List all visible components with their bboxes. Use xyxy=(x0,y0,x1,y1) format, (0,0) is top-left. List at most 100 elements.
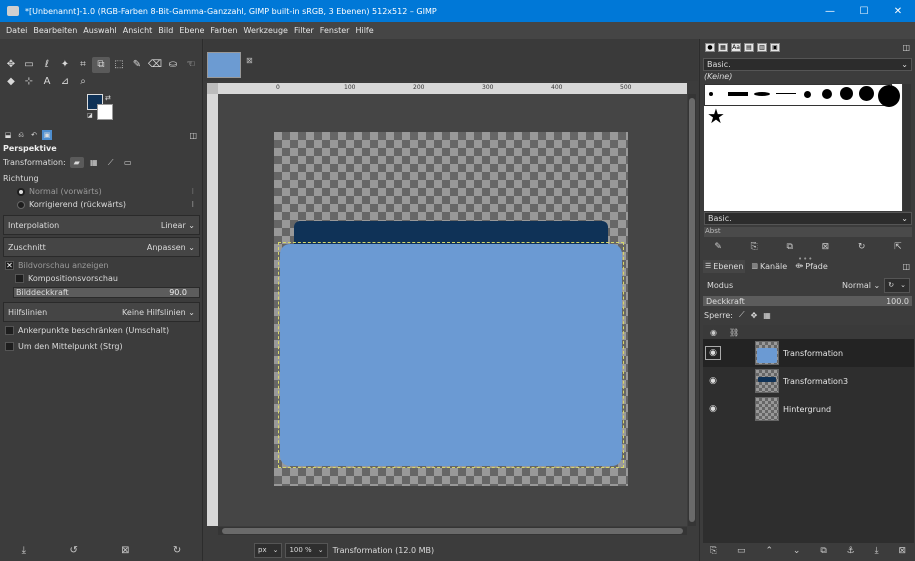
patterns-tab-icon[interactable]: ▦ xyxy=(718,43,728,52)
tool-presets-tab-icon[interactable]: ▣ xyxy=(770,43,780,52)
reset-options-icon[interactable]: ↻ xyxy=(173,545,181,556)
lock-position-icon[interactable]: ✥ xyxy=(751,311,758,320)
fuzzy-select-tool-icon[interactable]: ✦ xyxy=(56,57,74,73)
canvas-viewport[interactable] xyxy=(218,94,687,526)
composite-mode-select[interactable]: ↻ ⌄ xyxy=(884,277,910,293)
menu-auswahl[interactable]: Auswahl xyxy=(80,26,119,35)
eraser-tool-icon[interactable]: ⌫ xyxy=(146,57,164,73)
transform-selection-icon[interactable]: ▦ xyxy=(87,157,101,168)
constrain-handles-checkbox[interactable] xyxy=(5,326,14,335)
eye-icon[interactable]: ◉ xyxy=(705,402,721,416)
open-brush-icon[interactable]: ⇱ xyxy=(894,242,902,252)
layer-row[interactable]: ◉ Transformation3 xyxy=(703,367,914,395)
new-brush-icon[interactable]: ⎘ xyxy=(751,242,758,252)
transform-path-icon[interactable]: ⟋ xyxy=(104,157,118,168)
horizontal-scrollbar[interactable] xyxy=(218,527,687,535)
measure-tool-icon[interactable]: ⊿ xyxy=(56,74,74,90)
images-tab-icon[interactable]: ▣ xyxy=(42,130,52,140)
reset-colors-icon[interactable]: ◪ xyxy=(87,112,93,119)
delete-brush-icon[interactable]: ⊠ xyxy=(822,242,830,252)
fonts-tab-icon[interactable]: Aa xyxy=(731,43,741,52)
restore-options-icon[interactable]: ↺ xyxy=(69,545,77,556)
menu-bild[interactable]: Bild xyxy=(155,26,176,35)
clone-tool-icon[interactable]: ⛀ xyxy=(164,57,182,73)
brush-item[interactable] xyxy=(776,93,796,94)
brush-item[interactable] xyxy=(822,89,832,99)
zoom-tool-icon[interactable]: ⌕ xyxy=(74,74,92,90)
brush-item[interactable] xyxy=(840,87,853,100)
anchor-layer-icon[interactable]: ⚓ xyxy=(847,546,855,556)
device-status-tab-icon[interactable]: ⎌ xyxy=(16,130,26,140)
tab-paths[interactable]: ⟴ Pfade xyxy=(793,260,830,273)
minimize-button[interactable]: — xyxy=(813,0,847,22)
bucket-fill-tool-icon[interactable]: ◆ xyxy=(2,74,20,90)
menu-ansicht[interactable]: Ansicht xyxy=(120,26,156,35)
delete-options-icon[interactable]: ⊠ xyxy=(121,545,129,556)
delete-layer-icon[interactable]: ⊠ xyxy=(898,546,906,556)
close-button[interactable]: ✕ xyxy=(881,0,915,22)
mode-select[interactable]: Normal ⌄ xyxy=(842,281,880,290)
close-image-icon[interactable]: ⊠ xyxy=(246,56,253,65)
menu-werkzeuge[interactable]: Werkzeuge xyxy=(241,26,291,35)
rect-select-tool-icon[interactable]: ▭ xyxy=(20,57,38,73)
merge-layer-icon[interactable]: ⤓ xyxy=(875,546,879,556)
transform-layer-icon[interactable]: ▰ xyxy=(69,157,84,168)
paintbrush-tool-icon[interactable]: ✎ xyxy=(128,57,146,73)
warp-transform-tool-icon[interactable]: ⬚ xyxy=(110,57,128,73)
star-brush-icon[interactable]: ★ xyxy=(707,106,725,126)
refresh-brushes-icon[interactable]: ↻ xyxy=(858,242,866,252)
vertical-ruler[interactable] xyxy=(207,94,218,526)
direction-corrective-radio[interactable] xyxy=(17,200,25,209)
brush-grid[interactable]: ★ xyxy=(704,84,902,211)
path-tool-icon[interactable]: ⊹ xyxy=(20,74,38,90)
text-tool-icon[interactable]: A xyxy=(38,74,56,90)
interpolation-select[interactable]: Interpolation Linear ⌄ xyxy=(3,215,200,235)
unit-select[interactable]: px ⌄ xyxy=(254,542,283,558)
composite-preview-checkbox[interactable] xyxy=(15,274,24,283)
menu-datei[interactable]: Datei xyxy=(3,26,30,35)
eye-icon[interactable]: ◉ xyxy=(705,374,721,388)
direction-normal-radio[interactable] xyxy=(17,187,25,196)
duplicate-layer-icon[interactable]: ⧉ xyxy=(820,546,826,556)
layer-row[interactable]: ◉ Hintergrund xyxy=(703,395,914,423)
lasso-tool-icon[interactable]: ℓ xyxy=(38,57,56,73)
brush-item[interactable] xyxy=(804,91,811,98)
panel-menu-icon[interactable]: ◫ xyxy=(902,262,910,271)
panel-menu-icon[interactable]: ◫ xyxy=(902,43,910,52)
background-color-swatch[interactable] xyxy=(97,104,113,120)
brushes-tab-icon[interactable]: ● xyxy=(705,43,715,52)
clipping-select[interactable]: Zuschnitt Anpassen ⌄ xyxy=(3,237,200,257)
smudge-tool-icon[interactable]: ☜ xyxy=(182,57,200,73)
brush-tag-filter[interactable]: Basic. ⌄ xyxy=(703,58,912,71)
crop-tool-icon[interactable]: ⌗ xyxy=(74,57,92,73)
menu-hilfe[interactable]: Hilfe xyxy=(352,26,376,35)
edit-brush-icon[interactable]: ✎ xyxy=(714,242,722,252)
unified-transform-tool-icon[interactable]: ⧉ xyxy=(92,56,110,73)
new-layer-icon[interactable]: ⎘ xyxy=(710,546,717,556)
brush-item[interactable] xyxy=(709,92,713,96)
image-opacity-slider[interactable]: Bilddeckkraft 90.0 xyxy=(13,287,200,298)
move-tool-icon[interactable]: ✥ xyxy=(2,57,20,73)
lower-layer-icon[interactable]: ⌄ xyxy=(793,546,801,556)
brush-scrollbar[interactable] xyxy=(903,84,911,211)
menu-filter[interactable]: Filter xyxy=(291,26,317,35)
zoom-select[interactable]: 100 % ⌄ xyxy=(285,542,328,558)
transform-image-icon[interactable]: ▭ xyxy=(121,157,135,168)
new-layer-group-icon[interactable]: ▭ xyxy=(737,546,746,556)
brush-item[interactable] xyxy=(859,86,874,101)
lock-alpha-icon[interactable]: ▦ xyxy=(763,311,771,320)
layer-opacity-slider[interactable]: Deckkraft 100.0 xyxy=(703,296,912,306)
tab-channels[interactable]: ▥ Kanäle xyxy=(749,260,789,273)
tab-layers[interactable]: ☰ Ebenen xyxy=(703,259,746,273)
brush-footer-preset[interactable]: Basic. ⌄ xyxy=(704,212,912,225)
palettes-tab-icon[interactable]: ▥ xyxy=(757,43,767,52)
image-tab-thumbnail[interactable] xyxy=(207,52,241,78)
menu-farben[interactable]: Farben xyxy=(207,26,240,35)
brush-spacing-slider[interactable]: Abst xyxy=(704,226,912,237)
swap-colors-icon[interactable]: ⇄ xyxy=(105,94,111,102)
guides-select[interactable]: Hilfslinien Keine Hilfslinien ⌄ xyxy=(3,302,200,322)
duplicate-brush-icon[interactable]: ⧉ xyxy=(786,242,792,252)
panel-menu-icon[interactable]: ◫ xyxy=(189,131,197,140)
brush-item[interactable] xyxy=(878,85,900,107)
gradients-tab-icon[interactable]: ▤ xyxy=(744,43,754,52)
